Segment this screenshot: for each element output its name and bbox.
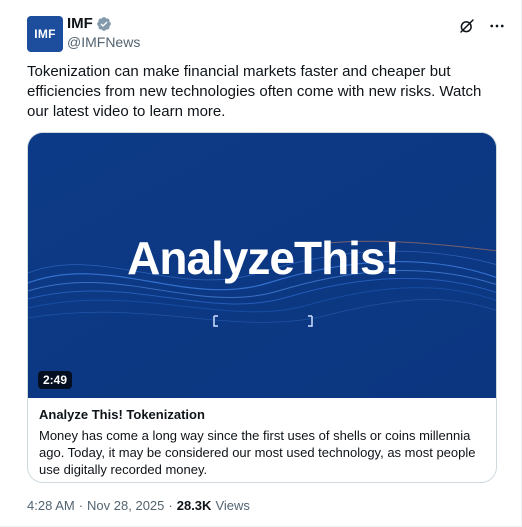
tweet-header: IMF IMF @IMFNews xyxy=(27,14,507,54)
tweet-time[interactable]: 4:28 AM xyxy=(27,498,75,513)
video-duration-badge: 2:49 xyxy=(38,371,73,389)
verified-badge-icon xyxy=(96,16,112,32)
tweet-date[interactable]: Nov 28, 2025 xyxy=(87,498,164,513)
grok-icon[interactable] xyxy=(457,16,477,36)
name-row: IMF xyxy=(67,15,112,33)
meta-separator-2: · xyxy=(168,498,173,513)
video-player[interactable]: AnalyzeThis! 2:49 xyxy=(28,133,496,398)
views-label: Views xyxy=(215,498,250,513)
views-count: 28.3K xyxy=(176,498,212,513)
card-title[interactable]: Analyze This! Tokenization xyxy=(39,406,487,424)
meta-separator: · xyxy=(78,498,84,513)
avatar[interactable]: IMF xyxy=(27,16,63,52)
tweet-meta: 4:28 AM · Nov 28, 2025 · 28.3K Views xyxy=(27,498,250,513)
card-description: Money has come a long way since the firs… xyxy=(39,428,476,477)
author-name[interactable]: IMF xyxy=(67,15,93,33)
card-body[interactable]: Analyze This! Tokenization Money has com… xyxy=(39,406,487,478)
author-handle[interactable]: @IMFNews xyxy=(67,34,140,50)
video-card[interactable]: AnalyzeThis! 2:49 Analyze This! Tokeniza… xyxy=(27,132,497,483)
header-actions xyxy=(457,16,507,36)
video-title-graphic: AnalyzeThis! xyxy=(127,232,400,284)
tweet-text: Tokenization can make financial markets … xyxy=(27,63,482,120)
more-icon[interactable] xyxy=(487,16,507,36)
